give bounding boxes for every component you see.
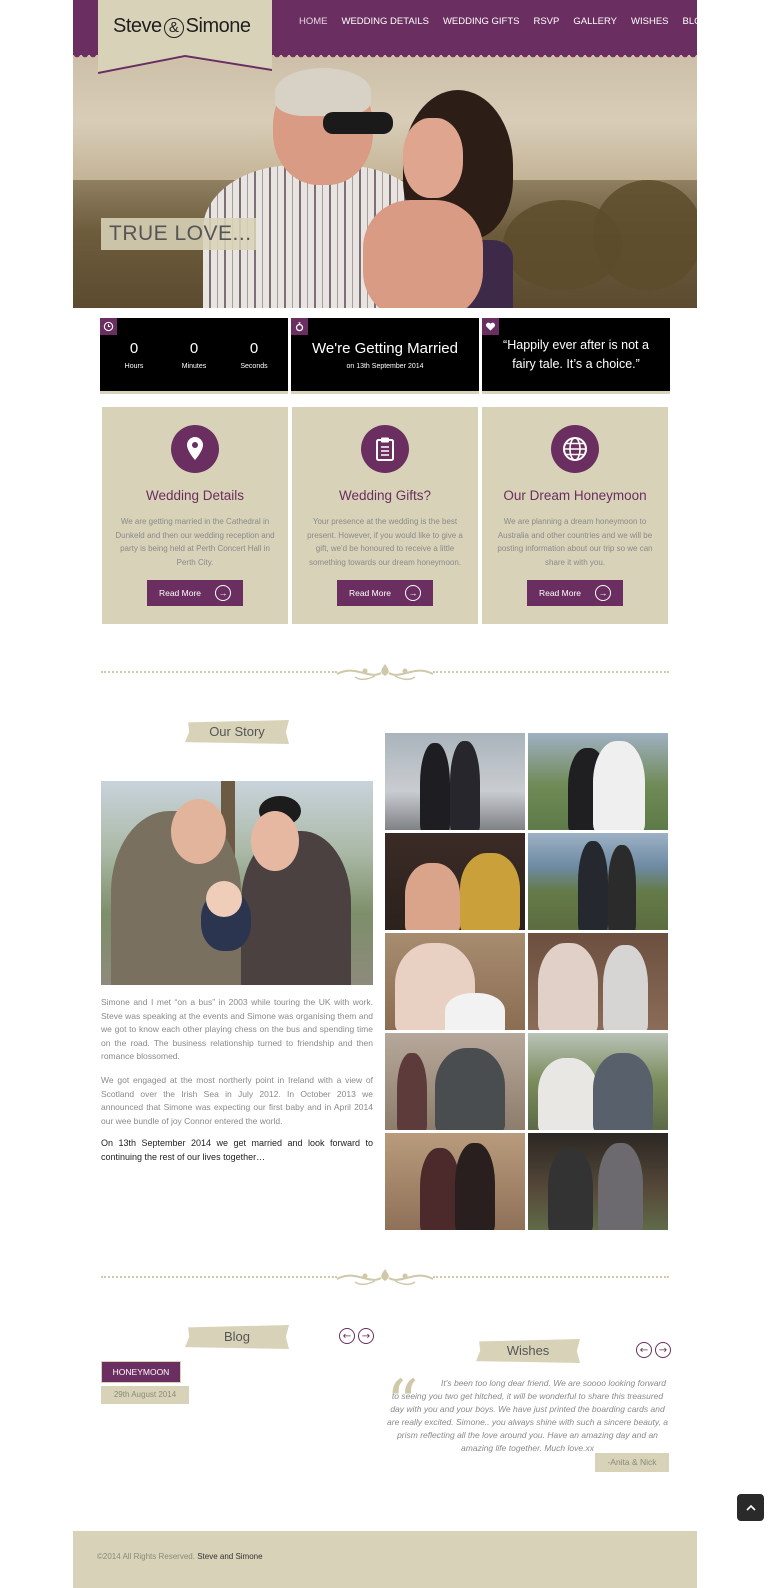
heart-icon [482, 318, 499, 335]
feature-honeymoon: Our Dream Honeymoon We are planning a dr… [482, 407, 668, 624]
footer-copyright: ©2014 All Rights Reserved. Steve and Sim… [97, 1552, 263, 1561]
gallery-photo[interactable] [385, 733, 525, 830]
chevron-up-icon [745, 1504, 756, 1511]
arrow-right-icon[interactable]: → [655, 1342, 671, 1358]
wish-text: It's been too long dear friend. We are s… [387, 1378, 668, 1453]
nav-gallery[interactable]: GALLERY [573, 16, 617, 27]
back-to-top-button[interactable] [737, 1494, 764, 1521]
countdown-panel: 0 Hours 0 Minutes 0 Seconds [100, 318, 288, 394]
gallery-photo[interactable] [385, 933, 525, 1030]
hero-banner: Steve & Simone HOME WEDDING DETAILS WEDDIN… [73, 0, 697, 308]
main-nav: HOME WEDDING DETAILS WEDDING GIFTS RSVP … [299, 16, 697, 27]
countdown-hours-value: 0 [129, 340, 139, 357]
footer: ©2014 All Rights Reserved. Steve and Sim… [73, 1531, 697, 1588]
arrow-right-icon: → [405, 585, 422, 601]
wish-author: -Anita & Nick [595, 1453, 669, 1472]
feature-text: Your presence at the wedding is the best… [307, 517, 463, 567]
countdown-seconds: 0 Seconds [237, 340, 271, 370]
feature-text: We are getting married in the Cathedral … [115, 517, 275, 567]
story-paragraph: Simone and I met “on a bus” in 2003 whil… [101, 997, 373, 1061]
married-date: on 13th September 2014 [346, 363, 424, 370]
ring-icon [291, 318, 308, 335]
countdown-minutes: 0 Minutes [177, 340, 211, 370]
gallery-photo[interactable] [385, 833, 525, 930]
feature-wedding-gifts: Wedding Gifts? Your presence at the wedd… [292, 407, 478, 624]
clock-icon [100, 318, 117, 335]
nav-wishes[interactable]: WISHES [631, 16, 668, 27]
gallery-photo[interactable] [385, 1033, 525, 1130]
gallery-photo[interactable] [528, 1133, 668, 1230]
read-more-button[interactable]: Read More → [526, 580, 624, 606]
hero-photo-woman [363, 90, 533, 308]
quote-panel: “Happily ever after is not a fairy tale.… [482, 318, 670, 394]
countdown-seconds-label: Seconds [240, 363, 268, 370]
story-paragraph: On 13th September 2014 we get married an… [101, 1138, 373, 1162]
arrow-right-icon: → [215, 585, 232, 601]
blog-category-badge[interactable]: HONEYMOON [101, 1361, 181, 1383]
read-more-label: Read More [538, 588, 582, 598]
read-more-button[interactable]: Read More → [146, 580, 244, 606]
feature-title: Wedding Gifts? [338, 488, 432, 503]
logo-name-second: Simone [185, 15, 251, 37]
arrow-left-icon[interactable]: ← [636, 1342, 652, 1358]
nav-home[interactable]: HOME [299, 16, 328, 27]
hero-bush [593, 180, 697, 290]
nav-wedding-gifts[interactable]: WEDDING GIFTS [443, 16, 520, 27]
site-logo[interactable]: Steve & Simone [113, 15, 251, 38]
footer-owner-link[interactable]: Steve and Simone [197, 1552, 262, 1561]
read-more-button[interactable]: Read More → [336, 580, 434, 606]
copyright-text: ©2014 All Rights Reserved. [97, 1552, 195, 1561]
gallery-photo[interactable] [385, 1133, 525, 1230]
read-more-label: Read More [348, 588, 392, 598]
countdown-seconds-value: 0 [249, 340, 259, 357]
feature-title: Our Dream Honeymoon [503, 488, 647, 503]
countdown-hours-label: Hours [124, 363, 144, 370]
hero-caption: TRUE LOVE... [101, 218, 256, 250]
our-story-heading: Our Story [185, 720, 289, 744]
countdown-hours: 0 Hours [117, 340, 151, 370]
countdown-minutes-value: 0 [189, 340, 199, 357]
flourish-icon [336, 1269, 434, 1285]
logo-ampersand: & [163, 18, 184, 38]
wishes-heading: Wishes [476, 1339, 580, 1363]
feature-title: Wedding Details [145, 488, 245, 503]
story-photo [101, 781, 373, 985]
feature-text: We are planning a dream honeymoon to Aus… [497, 517, 653, 567]
arrow-right-icon[interactable]: → [358, 1328, 374, 1344]
map-pin-icon [171, 425, 219, 473]
nav-wedding-details[interactable]: WEDDING DETAILS [342, 16, 429, 27]
clipboard-icon [361, 425, 409, 473]
ornamental-divider [101, 662, 669, 682]
blog-heading: Blog [185, 1325, 289, 1349]
gallery-photo[interactable] [528, 833, 668, 930]
ornamental-divider [101, 1267, 669, 1287]
story-paragraph: We got engaged at the most northerly poi… [101, 1075, 373, 1126]
nav-rsvp[interactable]: RSVP [533, 16, 559, 27]
flourish-icon [336, 664, 434, 680]
logo-name-first: Steve [113, 15, 162, 37]
logo-chevron [98, 55, 272, 74]
blog-carousel-arrows: ← → [339, 1328, 374, 1344]
photo-gallery [385, 733, 669, 1230]
gallery-photo[interactable] [528, 1033, 668, 1130]
arrow-right-icon: → [595, 585, 612, 601]
nav-blog[interactable]: BLOG [683, 16, 698, 27]
feature-wedding-details: Wedding Details We are getting married i… [102, 407, 288, 624]
married-panel: We're Getting Married on 13th September … [291, 318, 479, 394]
countdown-minutes-label: Minutes [181, 363, 207, 370]
quote-text: “Happily ever after is not a fairy tale.… [503, 338, 649, 371]
blog-date: 29th August 2014 [101, 1386, 189, 1404]
gallery-photo[interactable] [528, 933, 668, 1030]
arrow-left-icon[interactable]: ← [339, 1328, 355, 1344]
globe-icon [551, 425, 599, 473]
wishes-carousel-arrows: ← → [636, 1342, 671, 1358]
gallery-photo[interactable] [528, 733, 668, 830]
married-title: We're Getting Married [312, 340, 458, 357]
read-more-label: Read More [158, 588, 202, 598]
